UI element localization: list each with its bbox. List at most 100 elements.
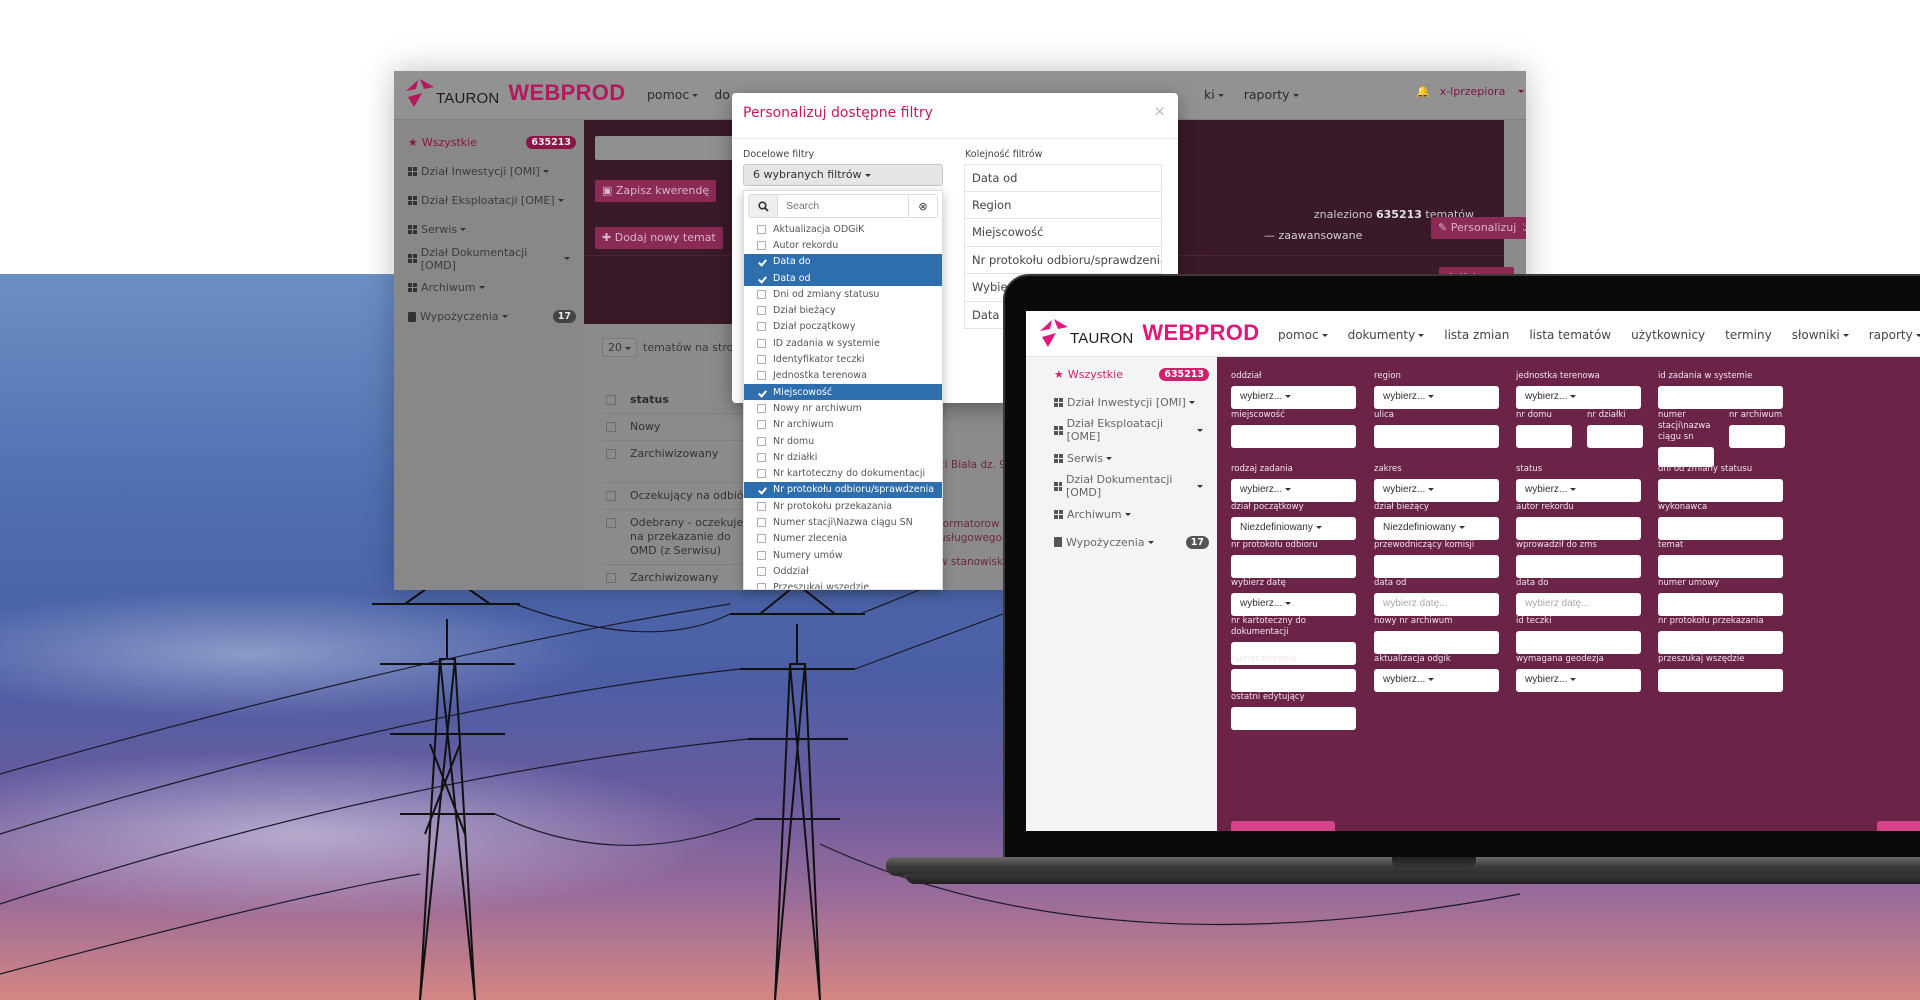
filter-option[interactable]: Miejscowość (744, 383, 942, 401)
checkbox[interactable] (757, 240, 766, 250)
close-icon[interactable]: × (1153, 102, 1166, 120)
text-input-ulica[interactable] (1374, 425, 1499, 448)
text-input-nr-archiwum[interactable] (1729, 425, 1785, 448)
select-dzial-pocz[interactable]: Niezdefiniowany (1231, 517, 1356, 540)
clear-search-icon[interactable]: ⊗ (908, 195, 937, 217)
nav-item[interactable]: raporty (1869, 328, 1920, 342)
nav-raporty[interactable]: raporty (1244, 87, 1299, 102)
select-region[interactable]: wybierz... (1374, 386, 1499, 409)
tauron-logo[interactable]: TAURON WEBPROD (1038, 317, 1259, 349)
checkbox[interactable] (757, 517, 766, 527)
personalize-button[interactable]: ✎ Personalizuj (1431, 217, 1524, 239)
filter-search-input[interactable] (778, 195, 908, 217)
nav-item[interactable]: lista tematów (1529, 328, 1611, 342)
checkbox[interactable] (757, 224, 766, 234)
filter-option[interactable]: Aktualizacja ODGiK (744, 221, 942, 237)
text-input-temat[interactable] (1658, 555, 1783, 578)
select-aktualizacja[interactable]: wybierz... (1374, 669, 1499, 692)
save-query-button[interactable]: ▣ Zapisz kwerendę (595, 180, 717, 202)
select-status[interactable]: wybierz... (1516, 479, 1641, 502)
advanced-toggle[interactable]: — zaawansowane (1264, 229, 1362, 242)
nav-item[interactable]: pomoc (1278, 328, 1328, 342)
filter-option[interactable]: Przeszukaj wszędzie (744, 580, 942, 589)
checkbox-checked[interactable] (757, 274, 766, 283)
select-dzial-biez[interactable]: Niezdefiniowany (1374, 517, 1499, 540)
filter-option[interactable]: Jednostka terenowa (744, 368, 942, 384)
select-wybierz-date[interactable]: wybierz... (1231, 593, 1356, 616)
order-item[interactable]: Miejscowość (964, 219, 1162, 247)
filter-option[interactable]: Nr archiwum (744, 417, 942, 433)
filter-option[interactable]: Numery umów (744, 547, 942, 563)
order-item[interactable]: Nr protokołu odbioru/sprawdzenia (964, 246, 1162, 274)
checkbox[interactable] (757, 436, 766, 446)
filter-option[interactable]: Identyfikator teczki (744, 351, 942, 367)
checkbox-checked[interactable] (757, 388, 766, 397)
sidebar-item-omi[interactable]: Dział Inwestycji [OMI] (394, 157, 584, 186)
sidebar-item-ome[interactable]: Dział Eksploatacji [OME] (394, 186, 584, 215)
clear-button[interactable] (1877, 821, 1920, 831)
row-checkbox[interactable] (606, 422, 616, 432)
checkbox[interactable] (757, 371, 766, 381)
text-input-dni[interactable] (1658, 479, 1783, 502)
filter-option[interactable]: Dział bieżący (744, 302, 942, 318)
text-input-nr-dzialki[interactable] (1587, 425, 1643, 448)
filter-option[interactable]: Numer stacji\Nazwa ciągu SN (744, 514, 942, 530)
sidebar-item-serwis[interactable]: Serwis (394, 215, 584, 244)
checkbox[interactable] (757, 534, 766, 544)
filter-option[interactable]: Nr działki (744, 449, 942, 465)
select-oddzial[interactable]: wybierz... (1231, 386, 1356, 409)
filter-option[interactable]: Dział początkowy (744, 319, 942, 335)
text-input-wykonawca[interactable] (1658, 517, 1783, 540)
checkbox[interactable] (757, 355, 766, 365)
filter-option[interactable]: Data od (744, 269, 942, 287)
tauron-logo[interactable]: TAURON WEBPROD (404, 77, 625, 109)
text-input-miejscowosc[interactable] (1231, 425, 1356, 448)
checkbox[interactable] (757, 289, 766, 299)
nav-item[interactable]: dokumenty (1348, 328, 1425, 342)
nav-item[interactable]: użytkownicy (1631, 328, 1705, 342)
text-input-przeszukaj[interactable] (1658, 669, 1783, 692)
text-input-numer-umowy[interactable] (1658, 593, 1783, 616)
row-checkbox[interactable] (606, 449, 616, 459)
text-input-autor[interactable] (1516, 517, 1641, 540)
select-zakres[interactable]: wybierz... (1374, 479, 1499, 502)
checkbox[interactable] (757, 469, 766, 479)
sidebar-item-ome[interactable]: Dział Eksploatacji [OME] (1026, 416, 1217, 444)
nav-item[interactable]: lista zmian (1444, 328, 1509, 342)
filter-option[interactable]: ID zadania w systemie (744, 335, 942, 351)
checkbox[interactable] (757, 306, 766, 316)
nav-item[interactable]: słowniki (1792, 328, 1849, 342)
search-button[interactable] (1231, 821, 1335, 831)
select-rodzaj[interactable]: wybierz... (1231, 479, 1356, 502)
user-menu[interactable]: 🔔 x-lprzepiora (1416, 85, 1525, 98)
filter-option[interactable]: Nr protokołu odbioru/sprawdzenia (744, 481, 942, 499)
sidebar-item-omi[interactable]: Dział Inwestycji [OMI] (1026, 388, 1217, 416)
checkbox[interactable] (757, 583, 766, 589)
sidebar-item-wszystkie[interactable]: ★ Wszystkie 635213 (1026, 360, 1217, 388)
order-item[interactable]: Region (964, 191, 1162, 219)
text-input-nr-domu[interactable] (1516, 425, 1572, 448)
select-geodezja[interactable]: wybierz... (1516, 669, 1641, 692)
text-input-numer-zlecenia[interactable] (1231, 669, 1356, 692)
filter-option[interactable]: Nr kartoteczny do dokumentacji (744, 465, 942, 481)
order-item[interactable]: Data od (964, 164, 1162, 192)
select-jednostka[interactable]: wybierz... (1516, 386, 1641, 409)
nav-pomoc[interactable]: pomoc (647, 87, 699, 102)
checkbox-checked[interactable] (757, 485, 766, 494)
sidebar-item-omd[interactable]: Dział Dokumentacji [OMD] (394, 244, 584, 273)
filter-option[interactable]: Oddział (744, 563, 942, 579)
nav-dokumenty[interactable]: do (714, 87, 730, 102)
add-topic-button[interactable]: ✚ Dodaj nowy temat (595, 227, 723, 249)
sidebar-item-omd[interactable]: Dział Dokumentacji [OMD] (1026, 472, 1217, 500)
text-input-wprowadzil[interactable] (1516, 555, 1641, 578)
date-input-data-od[interactable]: wybierz datę... (1374, 593, 1499, 616)
sidebar-item-serwis[interactable]: Serwis (1026, 444, 1217, 472)
sidebar-item-archiwum[interactable]: Archiwum (1026, 500, 1217, 528)
sidebar-item-wszystkie[interactable]: ★ Wszystkie 635213 (394, 128, 584, 157)
sidebar-item-wypozyczenia[interactable]: Wypożyczenia 17 (394, 302, 584, 331)
filter-option[interactable]: Nowy nr archiwum (744, 400, 942, 416)
select-all-checkbox[interactable] (606, 395, 616, 405)
bell-icon[interactable]: 🔔 (1416, 85, 1430, 98)
filters-multiselect[interactable]: 6 wybranych filtrów (743, 164, 943, 186)
checkbox[interactable] (757, 420, 766, 430)
